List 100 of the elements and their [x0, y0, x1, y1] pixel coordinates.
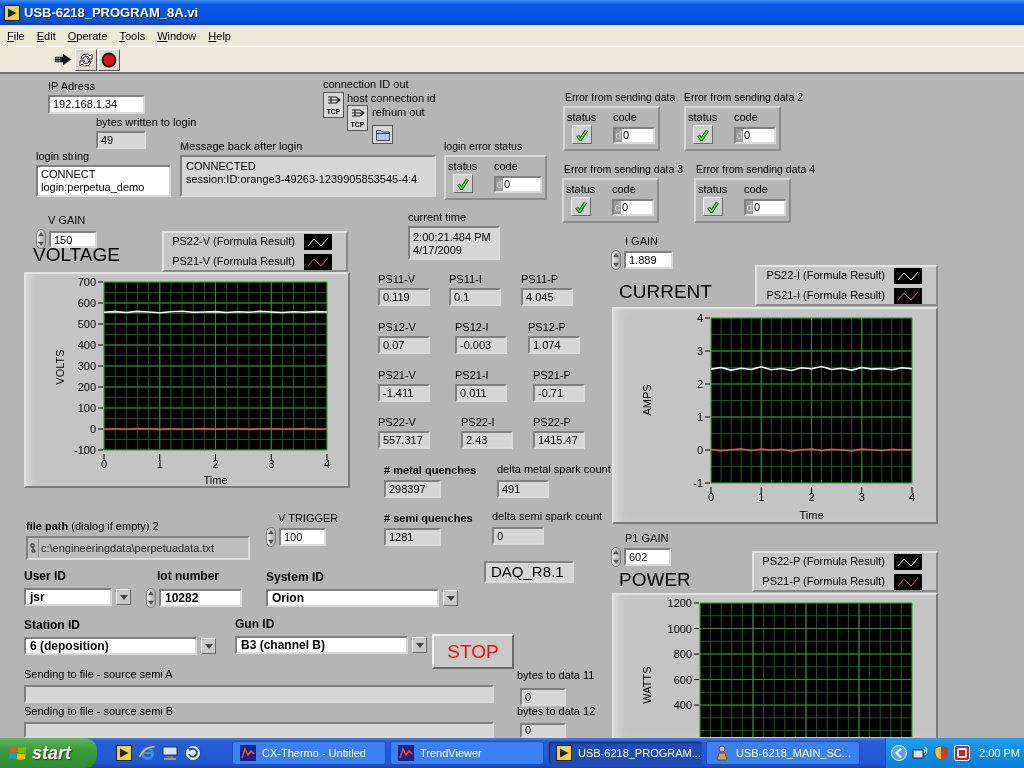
- y-axis-title: VOLTS: [53, 349, 66, 385]
- reading-label: PS22-P: [533, 415, 571, 429]
- abort-button[interactable]: [98, 48, 120, 71]
- cluster-label: Error from sending data 4: [696, 162, 816, 176]
- gain-field[interactable]: 602: [624, 548, 671, 566]
- dropdown-button[interactable]: [116, 589, 131, 605]
- status-checkbox[interactable]: [453, 174, 473, 193]
- field-label: bytes to data 12: [517, 704, 596, 718]
- taskbar-button[interactable]: CX-Thermo - Untitled: [232, 741, 386, 765]
- arrow-icon: [54, 53, 72, 66]
- menu-item[interactable]: Edit: [30, 29, 62, 42]
- reading-label: PS22-I: [461, 415, 495, 429]
- field-label: User ID: [24, 569, 67, 584]
- reading-label: PS21-P: [533, 368, 571, 382]
- field-label: System ID: [266, 570, 325, 585]
- menu-item[interactable]: Help: [202, 29, 237, 42]
- y-axis-title: WATTS: [640, 666, 653, 704]
- gain-label: I GAIN: [625, 234, 658, 248]
- stepper-button[interactable]: [611, 250, 621, 270]
- dropdown-button[interactable]: [412, 637, 427, 653]
- arrow-tile-icon[interactable]: [116, 745, 132, 761]
- field-label: Message back after login: [180, 139, 303, 153]
- chart-icon: [398, 745, 414, 761]
- ring-icon[interactable]: [139, 745, 155, 761]
- figure-icon: [714, 745, 730, 761]
- reading-field: -0.71: [533, 384, 585, 402]
- reading-label: PS22-V: [378, 415, 416, 429]
- x-tick-label: 2: [212, 458, 219, 470]
- menu-item[interactable]: File: [1, 29, 31, 42]
- code-label: code: [744, 182, 768, 196]
- x-tick-label: 3: [858, 491, 865, 503]
- y-tick-label: -1: [693, 477, 703, 489]
- count-field: 298397: [384, 480, 441, 498]
- status-label: status: [698, 182, 728, 196]
- taskbar-button[interactable]: USB-6218_PROGRAM...: [548, 741, 702, 765]
- legend-label: PS22-I (Formula Result): [766, 269, 885, 282]
- legend-label: PS21-P (Formula Result): [762, 575, 885, 588]
- field-label: # semi quenches: [384, 511, 473, 526]
- y-tick-label: 400: [77, 339, 96, 351]
- monitor-icon[interactable]: [912, 745, 928, 761]
- status-checkbox[interactable]: [572, 125, 592, 144]
- reading-field: 1415.47: [533, 431, 585, 449]
- reading-field: -1.411: [378, 384, 430, 402]
- gain-field[interactable]: 150: [49, 230, 97, 248]
- ip-address-field[interactable]: 192.168.1.34: [48, 95, 145, 114]
- network-icon: [350, 108, 365, 119]
- caret-icon: [415, 642, 424, 648]
- stepper-button[interactable]: [266, 527, 276, 547]
- combo-box[interactable]: Orion: [266, 589, 439, 607]
- up-down-arrows-icon: [612, 549, 620, 565]
- path-icon: [30, 543, 36, 553]
- check-icon: [707, 200, 719, 213]
- combo-box[interactable]: B3 (channel B): [235, 636, 408, 654]
- taskbar-button[interactable]: TrendViewer: [390, 741, 544, 765]
- y-tick-label: 0: [89, 423, 96, 435]
- y-tick-label: 800: [673, 648, 692, 661]
- y-tick-label: 4: [696, 312, 703, 324]
- gain-field[interactable]: 1.889: [624, 251, 673, 269]
- field-label: Station ID: [24, 618, 80, 633]
- field-label: file path (dialog if empty) 2: [26, 519, 159, 533]
- field-label: login string: [36, 149, 90, 163]
- taskbar-button[interactable]: USB-6218_MAIN_SC...: [706, 741, 860, 765]
- dropdown-button[interactable]: [443, 590, 458, 606]
- combo-box[interactable]: jsr: [24, 588, 112, 606]
- menu-item[interactable]: Window: [151, 29, 203, 42]
- app-tile-icon[interactable]: [954, 745, 970, 761]
- dropdown-button[interactable]: [201, 638, 216, 654]
- login-string-field[interactable]: CONNECT login:perpetua_demo: [36, 165, 171, 197]
- reading-label: PS11-I: [449, 272, 482, 286]
- lot-number-field[interactable]: 10282: [159, 589, 242, 607]
- start-button[interactable]: start: [0, 738, 97, 768]
- reading-field: 0.011: [455, 384, 507, 402]
- combo-box[interactable]: 6 (deposition): [24, 637, 197, 655]
- reading-field: 0.07: [378, 336, 430, 354]
- code-value: 0: [753, 201, 762, 214]
- status-checkbox[interactable]: [703, 197, 723, 216]
- legend-label: PS21-V (Formula Result): [172, 255, 295, 268]
- bytes-field: 0: [520, 688, 566, 706]
- up-down-arrows-icon: [267, 529, 275, 545]
- stepper-button[interactable]: [146, 588, 156, 608]
- monitor-icon[interactable]: [162, 745, 178, 761]
- menu-item[interactable]: Operate: [61, 29, 114, 42]
- y-axis-title: AMPS: [640, 384, 653, 416]
- trigger-field[interactable]: 100: [279, 528, 326, 546]
- stepper-button[interactable]: [36, 229, 46, 249]
- message-field: CONNECTED session:ID:orange3-49263-1239905853545-4:4: [180, 155, 436, 197]
- shield-icon[interactable]: [933, 745, 949, 761]
- run-continuously-button[interactable]: [75, 48, 97, 71]
- count-field: 1281: [384, 528, 441, 546]
- status-label: status: [448, 159, 478, 173]
- status-checkbox[interactable]: [571, 197, 591, 216]
- y-tick-label: 700: [77, 276, 96, 288]
- stepper-button[interactable]: [611, 547, 621, 567]
- x-axis-title: Time: [203, 474, 228, 486]
- chevron-left-icon[interactable]: [891, 745, 907, 761]
- refresh-icon[interactable]: [185, 745, 201, 761]
- path-value: c:\engineeringdata\perpetuadata.txt: [38, 539, 215, 557]
- menu-item[interactable]: Tools: [113, 29, 152, 42]
- status-checkbox[interactable]: [693, 125, 713, 144]
- y-tick-label: 1200: [667, 597, 692, 609]
